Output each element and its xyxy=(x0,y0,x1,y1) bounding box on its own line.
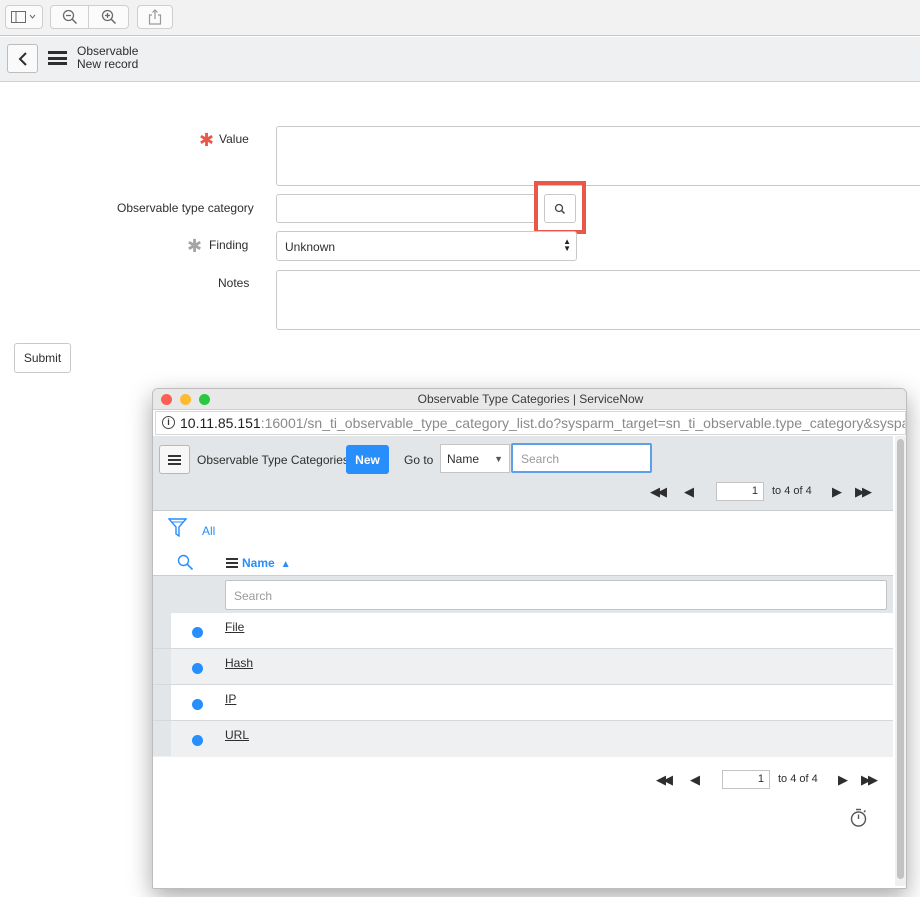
next-page-icon[interactable]: ▶ xyxy=(832,484,842,500)
zoom-in-button[interactable] xyxy=(88,5,129,29)
popup-title: Observable Type Categories | ServiceNow xyxy=(417,392,644,406)
top-pager: ◀◀ ◀ 1 to 4 of 4 ▶ ▶▶ xyxy=(650,482,890,502)
optional-asterisk-icon: ✱ xyxy=(187,236,203,256)
column-search-row: Search xyxy=(153,576,893,613)
form-header: Observable New record xyxy=(0,37,920,82)
new-button[interactable]: New xyxy=(346,445,389,474)
back-button[interactable] xyxy=(7,44,38,73)
column-header-row: Name ▲ xyxy=(153,552,893,576)
lookup-highlight-box xyxy=(534,181,586,234)
row-name-link[interactable]: IP xyxy=(225,692,236,706)
row-stripe xyxy=(153,649,171,684)
previous-page-icon[interactable]: ◀ xyxy=(684,484,694,500)
required-asterisk-icon: ✱ xyxy=(199,130,215,150)
info-icon[interactable]: i xyxy=(162,416,175,429)
page-input[interactable]: 1 xyxy=(716,482,764,501)
popup-scrollbar[interactable] xyxy=(895,436,906,886)
header-subtitle: New record xyxy=(77,57,139,71)
column-name-label: Name xyxy=(242,556,275,570)
row-stripe xyxy=(153,721,171,756)
filter-icon[interactable] xyxy=(168,518,187,538)
popup-window: Observable Type Categories | ServiceNow … xyxy=(152,388,907,889)
goto-search-input[interactable]: Search xyxy=(511,443,652,473)
finding-select[interactable]: Unknown ▲ ▼ xyxy=(276,231,577,261)
maximize-window-icon[interactable] xyxy=(199,394,210,405)
table-row[interactable]: Hash xyxy=(153,649,893,685)
close-window-icon[interactable] xyxy=(161,394,172,405)
finding-value: Unknown xyxy=(285,240,336,254)
page-input[interactable]: 1 xyxy=(722,770,770,789)
status-dot-icon xyxy=(192,735,203,746)
type-category-field[interactable] xyxy=(276,194,536,223)
value-label: Value xyxy=(219,132,249,146)
column-search-input[interactable]: Search xyxy=(225,580,887,610)
finding-label: Finding xyxy=(209,238,249,252)
zoom-out-icon xyxy=(62,9,77,25)
popup-title-bar: Observable Type Categories | ServiceNow xyxy=(153,389,906,410)
status-dot-icon xyxy=(192,663,203,674)
column-search-icon[interactable] xyxy=(177,554,194,571)
status-dot-icon xyxy=(192,627,203,638)
page-range: to 4 of 4 xyxy=(772,485,812,497)
first-page-icon[interactable]: ◀◀ xyxy=(650,484,667,500)
zoom-out-button[interactable] xyxy=(50,5,89,29)
first-page-icon[interactable]: ◀◀ xyxy=(656,772,673,788)
row-stripe xyxy=(153,613,171,648)
row-stripe xyxy=(153,685,171,720)
row-name-link[interactable]: File xyxy=(225,620,244,634)
page-range: to 4 of 4 xyxy=(778,773,818,785)
chevron-left-icon xyxy=(18,51,27,66)
last-page-icon[interactable]: ▶▶ xyxy=(855,484,872,500)
previous-page-icon[interactable]: ◀ xyxy=(690,772,700,788)
list-menu-button[interactable] xyxy=(159,445,190,474)
filter-all-link[interactable]: All xyxy=(202,524,215,538)
list-header: Observable Type Categories New Go to Nam… xyxy=(153,436,893,511)
sidebar-icon xyxy=(11,11,36,23)
row-name-link[interactable]: URL xyxy=(225,728,249,742)
list-title: Observable Type Categories xyxy=(197,453,349,467)
scrollbar-thumb[interactable] xyxy=(897,439,904,879)
select-arrows-icon: ▲ ▼ xyxy=(563,237,571,253)
sidebar-toggle-button[interactable] xyxy=(5,5,43,29)
column-name-header[interactable]: Name ▲ xyxy=(242,556,291,570)
table-row[interactable]: IP xyxy=(153,685,893,721)
url-host: 10.11.85.151 xyxy=(180,415,261,431)
row-name-link[interactable]: Hash xyxy=(225,656,253,670)
timer-icon[interactable] xyxy=(850,808,868,828)
next-page-icon[interactable]: ▶ xyxy=(838,772,848,788)
table-row[interactable]: File xyxy=(153,613,893,649)
goto-label: Go to xyxy=(404,453,434,467)
header-title-block: Observable New record xyxy=(77,45,138,71)
zoom-in-icon xyxy=(101,9,116,25)
goto-field-select[interactable]: Name ▼ xyxy=(440,444,510,473)
notes-label: Notes xyxy=(218,276,250,290)
type-category-label: Observable type category xyxy=(117,201,254,215)
hamburger-menu-icon[interactable] xyxy=(48,51,67,65)
sort-ascending-icon: ▲ xyxy=(278,559,291,570)
browser-toolbar xyxy=(0,0,920,36)
table-row[interactable]: URL xyxy=(153,721,893,757)
dropdown-arrow-icon: ▼ xyxy=(494,454,503,464)
value-field[interactable] xyxy=(276,126,920,186)
notes-field[interactable] xyxy=(276,270,920,330)
share-button[interactable] xyxy=(137,5,173,29)
submit-button[interactable]: Submit xyxy=(14,343,71,373)
share-icon xyxy=(148,9,162,25)
column-menu-icon[interactable] xyxy=(226,558,238,568)
minimize-window-icon[interactable] xyxy=(180,394,191,405)
status-dot-icon xyxy=(192,699,203,710)
bottom-pager: ◀◀ ◀ 1 to 4 of 4 ▶ ▶▶ xyxy=(656,770,896,790)
goto-field-value: Name xyxy=(447,452,480,466)
url-bar[interactable]: i 10.11.85.151:16001/sn_ti_observable_ty… xyxy=(155,411,906,435)
filter-row: All xyxy=(153,512,893,552)
url-path: :16001/sn_ti_observable_type_category_li… xyxy=(260,415,906,431)
last-page-icon[interactable]: ▶▶ xyxy=(861,772,878,788)
